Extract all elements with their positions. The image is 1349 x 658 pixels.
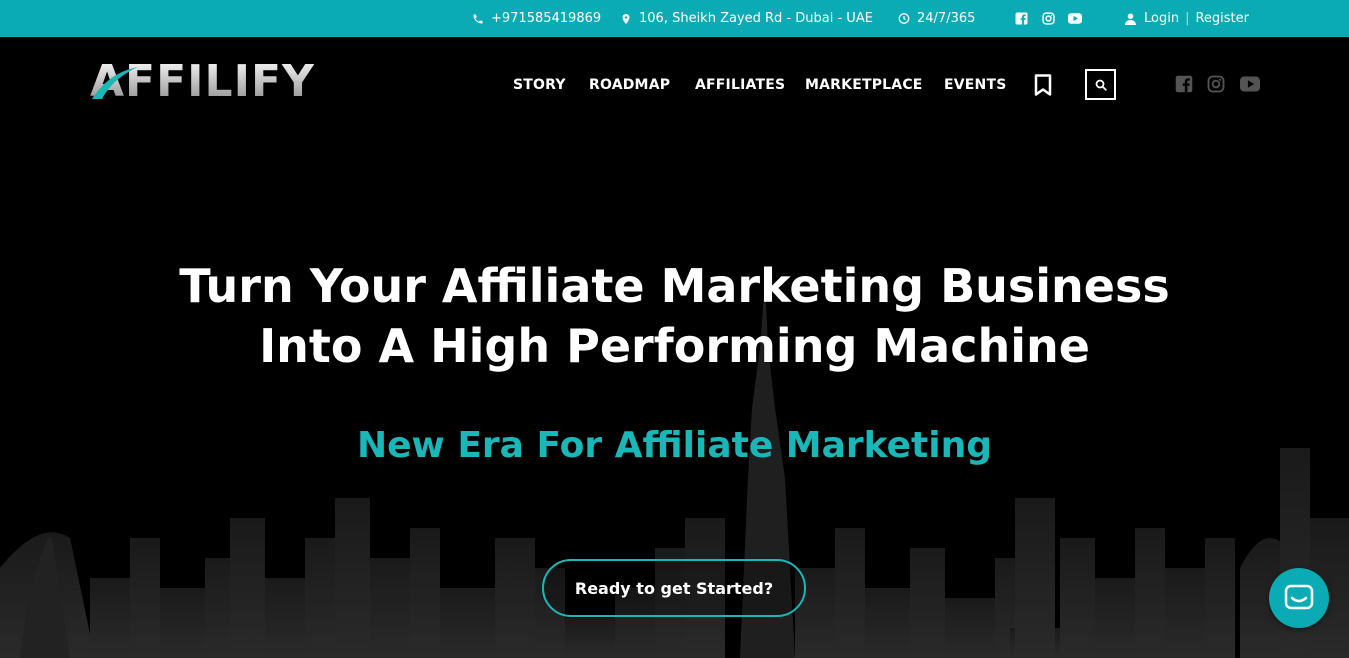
user-icon bbox=[1124, 13, 1136, 25]
nav-roadmap[interactable]: ROADMAP bbox=[589, 77, 670, 93]
brand-logo[interactable]: AFFILIFY bbox=[90, 59, 315, 105]
address-contact: 106, Sheikh Zayed Rd - Dubai - UAE bbox=[620, 0, 873, 37]
get-started-button[interactable]: Ready to get Started? bbox=[542, 559, 806, 617]
header-instagram-icon[interactable] bbox=[1207, 75, 1225, 93]
account-links: Login | Register bbox=[1124, 0, 1249, 37]
search-button[interactable] bbox=[1085, 69, 1116, 100]
phone-contact[interactable]: +971585419869 bbox=[472, 0, 601, 37]
header-facebook-icon[interactable] bbox=[1175, 75, 1193, 93]
login-link[interactable]: Login bbox=[1144, 11, 1179, 26]
register-link[interactable]: Register bbox=[1195, 11, 1249, 26]
top-bar: +971585419869 106, Sheikh Zayed Rd - Dub… bbox=[0, 0, 1349, 37]
nav-story[interactable]: STORY bbox=[513, 77, 566, 93]
clock-icon bbox=[898, 13, 910, 25]
hero-title-line-2: Into A High Performing Machine bbox=[259, 319, 1090, 373]
hero-section: Turn Your Affiliate Marketing Business I… bbox=[0, 132, 1349, 658]
chat-icon bbox=[1284, 584, 1314, 610]
search-icon bbox=[1095, 79, 1107, 91]
nav-marketplace[interactable]: MARKETPLACE bbox=[805, 77, 923, 93]
hero-title-line-1: Turn Your Affiliate Marketing Business bbox=[179, 259, 1170, 313]
location-icon bbox=[620, 13, 632, 25]
main-header: AFFILIFY STORY ROADMAP AFFILIATES MARKET… bbox=[0, 37, 1349, 132]
hours-info: 24/7/365 bbox=[898, 0, 975, 37]
phone-number: +971585419869 bbox=[491, 11, 602, 26]
bookmark-icon[interactable] bbox=[1034, 74, 1052, 96]
nav-affiliates[interactable]: AFFILIATES bbox=[695, 77, 785, 93]
hero-subtitle: New Era For Affiliate Marketing bbox=[356, 425, 992, 466]
account-separator: | bbox=[1185, 11, 1190, 26]
hero-title: Turn Your Affiliate Marketing Business I… bbox=[0, 256, 1349, 376]
nav-events[interactable]: EVENTS bbox=[944, 77, 1007, 93]
phone-icon bbox=[472, 13, 484, 25]
hours-text: 24/7/365 bbox=[917, 11, 976, 26]
facebook-icon[interactable] bbox=[1014, 12, 1028, 26]
youtube-icon[interactable] bbox=[1068, 12, 1082, 26]
instagram-icon[interactable] bbox=[1041, 12, 1055, 26]
topbar-social bbox=[1014, 0, 1082, 37]
logo-swoosh-icon bbox=[92, 67, 138, 99]
address-text: 106, Sheikh Zayed Rd - Dubai - UAE bbox=[639, 11, 873, 26]
header-youtube-icon[interactable] bbox=[1240, 75, 1260, 93]
chat-launcher-button[interactable] bbox=[1269, 568, 1329, 628]
